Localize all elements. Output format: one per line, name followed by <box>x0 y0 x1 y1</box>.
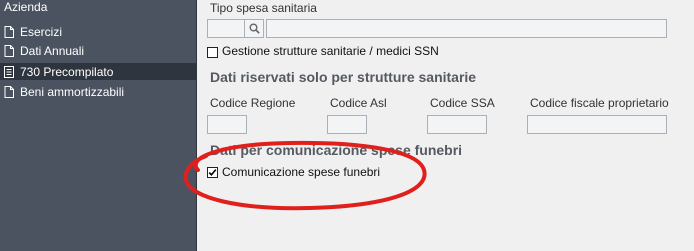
checkmark-icon <box>208 169 217 176</box>
codice-asl-label: Codice Asl <box>330 96 387 110</box>
codice-fiscale-input[interactable] <box>527 115 667 134</box>
sidebar: Azienda Esercizi Dati Annuali 730 Precom… <box>0 0 197 251</box>
comunicazione-spese-funebri-checkbox[interactable] <box>207 167 218 178</box>
main-form: Tipo spesa sanitaria Gestione strutture … <box>197 0 694 251</box>
sidebar-item-dati-annuali[interactable]: Dati Annuali <box>0 42 196 59</box>
codice-fiscale-label: Codice fiscale proprietario <box>530 96 669 110</box>
search-icon <box>249 23 260 34</box>
search-button[interactable] <box>244 19 264 38</box>
codice-asl-input[interactable] <box>327 115 367 134</box>
list-document-icon <box>4 65 14 78</box>
tipo-spesa-code-input[interactable] <box>207 19 245 38</box>
document-icon <box>4 44 14 57</box>
codice-regione-label: Codice Regione <box>210 96 296 110</box>
gestione-strutture-label: Gestione strutture sanitarie / medici SS… <box>222 44 439 58</box>
gestione-strutture-checkbox[interactable] <box>207 47 218 58</box>
document-icon <box>4 85 14 98</box>
sidebar-item-730-precompilato[interactable]: 730 Precompilato <box>0 63 196 80</box>
codice-ssa-label: Codice SSA <box>430 96 495 110</box>
sidebar-item-label: 730 Precompilato <box>20 64 114 79</box>
document-icon <box>4 25 14 38</box>
tipo-spesa-description-input[interactable] <box>266 19 667 38</box>
sidebar-item-label: Beni ammortizzabili <box>20 84 125 99</box>
sidebar-item-label: Dati Annuali <box>20 43 85 58</box>
codice-regione-input[interactable] <box>207 115 247 134</box>
sidebar-item-beni-ammortizzabili[interactable]: Beni ammortizzabili <box>0 83 196 100</box>
sidebar-item-label: Esercizi <box>20 24 63 39</box>
comunicazione-spese-funebri-label: Comunicazione spese funebri <box>222 165 381 179</box>
codice-ssa-input[interactable] <box>427 115 487 134</box>
tipo-spesa-label: Tipo spesa sanitaria <box>210 1 317 15</box>
section-title-funebri: Dati per comunicazione spese funebri <box>210 142 463 158</box>
section-title-strutture: Dati riservati solo per strutture sanita… <box>210 69 477 85</box>
sidebar-item-esercizi[interactable]: Esercizi <box>0 23 196 40</box>
sidebar-title: Azienda <box>4 0 48 14</box>
